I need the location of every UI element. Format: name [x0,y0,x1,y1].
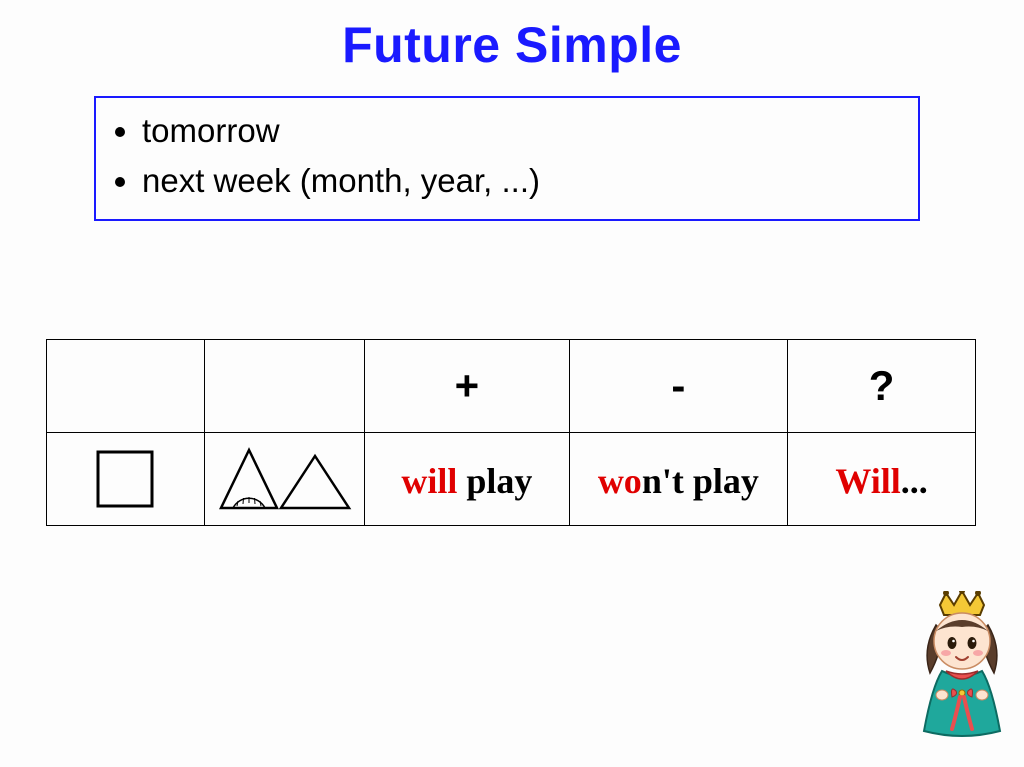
slide: Future Simple tomorrow next week (month,… [0,0,1024,767]
cell-square-shape [47,433,205,526]
slide-title: Future Simple [0,16,1024,74]
header-empty-2 [204,340,364,433]
time-markers-box: tomorrow next week (month, year, ...) [94,96,920,221]
affirm-verb: play [457,461,532,501]
affirm-aux: will [401,461,457,501]
header-affirmative: + [365,340,569,433]
table-row: will play won't play Will... [47,433,976,526]
square-icon [94,448,156,510]
header-negative: - [569,340,788,433]
princess-cartoon-icon [902,591,1018,741]
header-empty-1 [47,340,205,433]
header-question: ? [788,340,976,433]
cell-triangle-shapes [204,433,364,526]
question-rest: ... [901,461,928,501]
list-item: tomorrow [142,106,898,156]
cell-negative: won't play [569,433,788,526]
list-item: next week (month, year, ...) [142,156,898,206]
tense-table: + - ? [46,339,976,526]
table-header-row: + - ? [47,340,976,433]
time-markers-list: tomorrow next week (month, year, ...) [116,106,898,205]
neg-rest: n't play [642,461,759,501]
question-aux: Will [835,461,900,501]
triangles-icon [215,446,355,512]
cell-affirmative: will play [365,433,569,526]
cell-question: Will... [788,433,976,526]
neg-aux: wo [598,461,642,501]
